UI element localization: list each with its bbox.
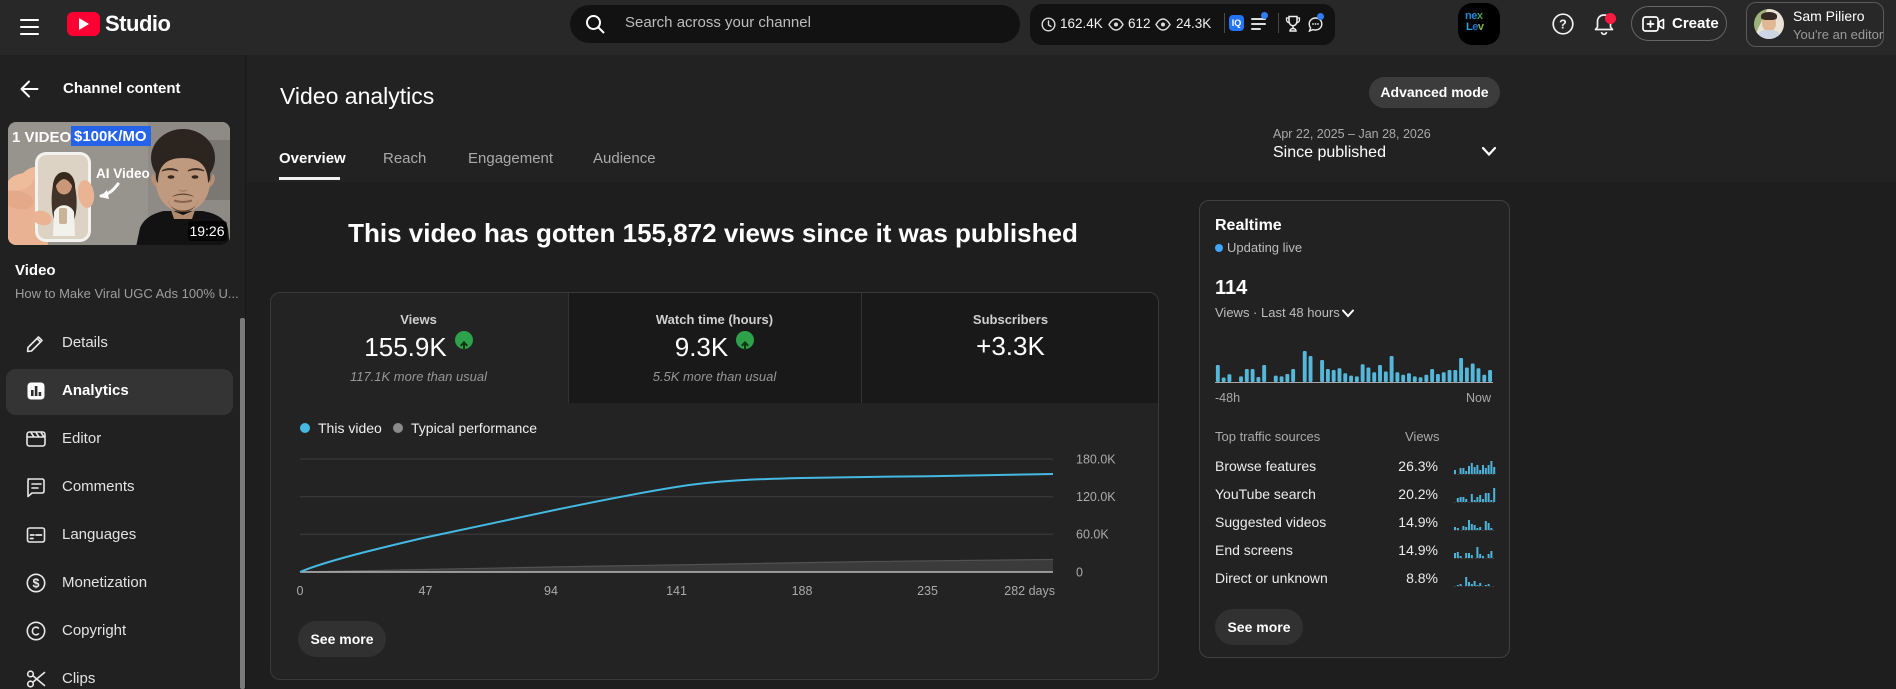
svg-text:$: $ [33, 576, 40, 590]
svg-text:60.0K: 60.0K [1076, 528, 1109, 542]
svg-text:282 days: 282 days [1004, 584, 1055, 598]
svg-text:$100K/MO: $100K/MO [74, 128, 147, 145]
svg-text:AI Video: AI Video [96, 166, 150, 181]
svg-text:0: 0 [1076, 566, 1083, 580]
svg-text:47: 47 [419, 584, 433, 598]
svg-text:0: 0 [297, 584, 304, 598]
svg-text:235: 235 [917, 584, 938, 598]
svg-text:141: 141 [666, 584, 687, 598]
svg-text:120.0K: 120.0K [1076, 490, 1116, 504]
svg-text:?: ? [1559, 18, 1567, 32]
svg-text:1 VIDEO: 1 VIDEO [12, 129, 72, 146]
svg-text:This video: This video [318, 420, 382, 436]
svg-text:94: 94 [544, 584, 558, 598]
svg-text:Typical performance: Typical performance [411, 420, 537, 436]
svg-text:180.0K: 180.0K [1076, 453, 1116, 467]
svg-text:188: 188 [792, 584, 813, 598]
svg-text:19:26: 19:26 [189, 223, 224, 239]
